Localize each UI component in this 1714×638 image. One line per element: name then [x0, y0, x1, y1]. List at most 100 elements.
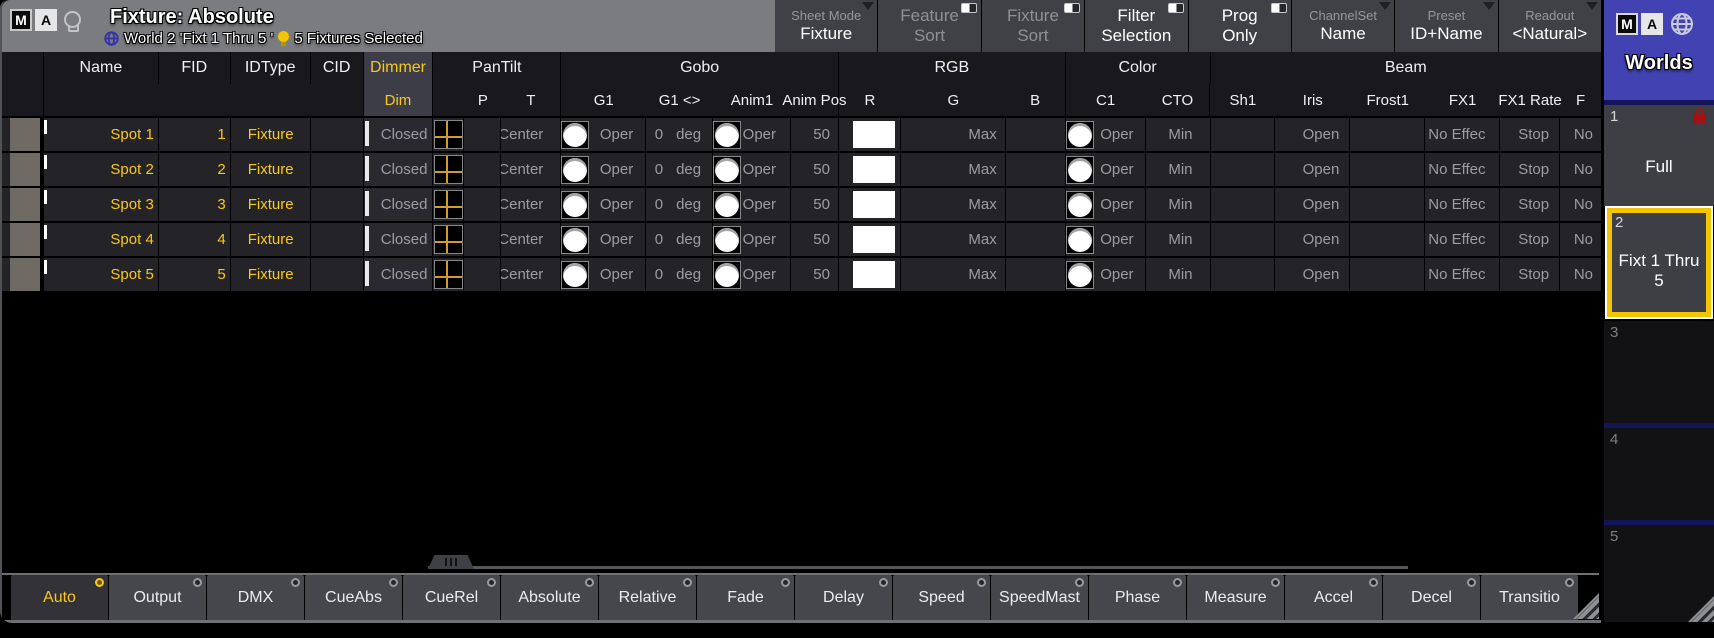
- sub-header-frost1[interactable]: Frost1: [1350, 84, 1425, 116]
- cell-r[interactable]: [839, 153, 901, 186]
- cell-fid[interactable]: 1: [159, 118, 231, 151]
- horizontal-scrollbar[interactable]: [428, 566, 1408, 569]
- cell-anim1[interactable]: Oper: [713, 188, 791, 221]
- group-header-color[interactable]: Color: [1066, 52, 1211, 84]
- row-select-cell[interactable]: [10, 258, 44, 291]
- sub-header-dim[interactable]: Dim: [364, 84, 434, 116]
- col-header-idtype[interactable]: IDType: [231, 52, 311, 84]
- cell-anim-pos[interactable]: 50: [791, 223, 839, 256]
- col-header-cid[interactable]: CID: [311, 52, 364, 84]
- cell-fx1[interactable]: No Effec: [1425, 188, 1500, 221]
- cell-c1[interactable]: Oper: [1066, 188, 1146, 221]
- cell-b[interactable]: [1006, 223, 1066, 256]
- scrollbar-grip-handle[interactable]: [428, 555, 474, 569]
- cell-cid[interactable]: [311, 153, 364, 186]
- tab-phase[interactable]: Phase: [1089, 575, 1186, 620]
- tab-cueabs[interactable]: CueAbs: [305, 575, 402, 620]
- cell-idtype[interactable]: Fixture: [231, 118, 311, 151]
- cell-idtype[interactable]: Fixture: [231, 188, 311, 221]
- cell-b[interactable]: [1006, 153, 1066, 186]
- cell-name[interactable]: Spot 2: [44, 153, 159, 186]
- sub-header-c1[interactable]: C1: [1066, 84, 1146, 116]
- sub-header-g1[interactable]: G1: [561, 84, 646, 116]
- cell-g1[interactable]: Oper: [561, 258, 646, 291]
- group-header-gobo[interactable]: Gobo: [561, 52, 839, 84]
- cell-fx1[interactable]: No Effec: [1425, 118, 1500, 151]
- prog-only-button[interactable]: Prog Only: [1189, 0, 1291, 52]
- cell-r[interactable]: [839, 258, 901, 291]
- group-header-rgb[interactable]: RGB: [839, 52, 1066, 84]
- cell-frost1[interactable]: [1350, 118, 1425, 151]
- cell-pan[interactable]: [464, 188, 501, 221]
- cell-tilt[interactable]: Center: [501, 188, 561, 221]
- cell-dimmer[interactable]: Closed: [364, 258, 434, 291]
- tab-decel[interactable]: Decel: [1383, 575, 1480, 620]
- sheet-mode-button[interactable]: Sheet Mode Fixture: [775, 0, 877, 52]
- sub-header-f[interactable]: F: [1560, 84, 1601, 116]
- cell-anim-pos[interactable]: 50: [791, 188, 839, 221]
- cell-g1-wheel[interactable]: 0deg: [646, 118, 713, 151]
- cell-fid[interactable]: 4: [159, 223, 231, 256]
- cell-f[interactable]: No: [1560, 258, 1601, 291]
- group-header-beam[interactable]: Beam: [1211, 52, 1602, 84]
- cell-fx1[interactable]: No Effec: [1425, 223, 1500, 256]
- cell-cid[interactable]: [311, 188, 364, 221]
- cell-b[interactable]: [1006, 118, 1066, 151]
- cell-name[interactable]: Spot 4: [44, 223, 159, 256]
- cell-sh1[interactable]: [1211, 188, 1276, 221]
- cell-pan[interactable]: [464, 223, 501, 256]
- cell-iris[interactable]: Open: [1275, 118, 1350, 151]
- cell-f[interactable]: No: [1560, 188, 1601, 221]
- cell-iris[interactable]: Open: [1275, 153, 1350, 186]
- cell-c1[interactable]: Oper: [1066, 153, 1146, 186]
- cell-cto[interactable]: Min: [1146, 188, 1211, 221]
- cell-fx1-rate[interactable]: Stop: [1500, 153, 1560, 186]
- cell-sh1[interactable]: [1211, 223, 1276, 256]
- cell-g[interactable]: Max: [901, 118, 1006, 151]
- tab-fade[interactable]: Fade: [697, 575, 794, 620]
- tab-speed[interactable]: Speed: [893, 575, 990, 620]
- cell-iris[interactable]: Open: [1275, 223, 1350, 256]
- sub-header-sh1[interactable]: Sh1: [1210, 84, 1275, 116]
- sub-header-iris[interactable]: Iris: [1275, 84, 1350, 116]
- sub-header-fx1-rate[interactable]: FX1 Rate: [1500, 84, 1560, 116]
- cell-fid[interactable]: 2: [159, 153, 231, 186]
- sub-header-b[interactable]: B: [1006, 84, 1066, 116]
- tab-relative[interactable]: Relative: [599, 575, 696, 620]
- sub-header-r[interactable]: R: [839, 84, 901, 116]
- cell-name[interactable]: Spot 1: [44, 118, 159, 151]
- cell-tilt[interactable]: Center: [501, 258, 561, 291]
- cell-pan[interactable]: [464, 153, 501, 186]
- cell-anim1[interactable]: Oper: [713, 153, 791, 186]
- feature-sort-button[interactable]: Feature Sort: [878, 0, 980, 52]
- cell-pantilt-encoder[interactable]: [433, 118, 464, 151]
- cell-cto[interactable]: Min: [1146, 258, 1211, 291]
- cell-r[interactable]: [839, 223, 901, 256]
- cell-b[interactable]: [1006, 258, 1066, 291]
- cell-idtype[interactable]: Fixture: [231, 153, 311, 186]
- world-item-1[interactable]: 1 Full: [1604, 105, 1714, 206]
- preset-button[interactable]: Preset ID+Name: [1395, 0, 1497, 52]
- cell-g[interactable]: Max: [901, 188, 1006, 221]
- cell-fx1-rate[interactable]: Stop: [1500, 118, 1560, 151]
- channelset-button[interactable]: ChannelSet Name: [1292, 0, 1394, 52]
- row-select-cell[interactable]: [10, 153, 44, 186]
- col-header-name[interactable]: Name: [44, 52, 159, 84]
- sub-header-anim1[interactable]: Anim1: [713, 84, 791, 116]
- cell-c1[interactable]: Oper: [1066, 258, 1146, 291]
- cell-tilt[interactable]: Center: [501, 118, 561, 151]
- cell-fx1-rate[interactable]: Stop: [1500, 223, 1560, 256]
- cell-g1-wheel[interactable]: 0deg: [646, 153, 713, 186]
- cell-anim1[interactable]: Oper: [713, 118, 791, 151]
- cell-g1[interactable]: Oper: [561, 118, 646, 151]
- cell-g1-wheel[interactable]: 0deg: [646, 223, 713, 256]
- sub-header-cto[interactable]: CTO: [1146, 84, 1211, 116]
- world-item-3[interactable]: 3: [1604, 321, 1714, 423]
- worlds-pool-header[interactable]: MA Worlds: [1604, 0, 1714, 100]
- cell-cid[interactable]: [311, 223, 364, 256]
- cell-frost1[interactable]: [1350, 153, 1425, 186]
- cell-sh1[interactable]: [1211, 258, 1276, 291]
- cell-fx1[interactable]: No Effec: [1425, 258, 1500, 291]
- tab-auto[interactable]: Auto: [11, 575, 108, 620]
- cell-frost1[interactable]: [1350, 258, 1425, 291]
